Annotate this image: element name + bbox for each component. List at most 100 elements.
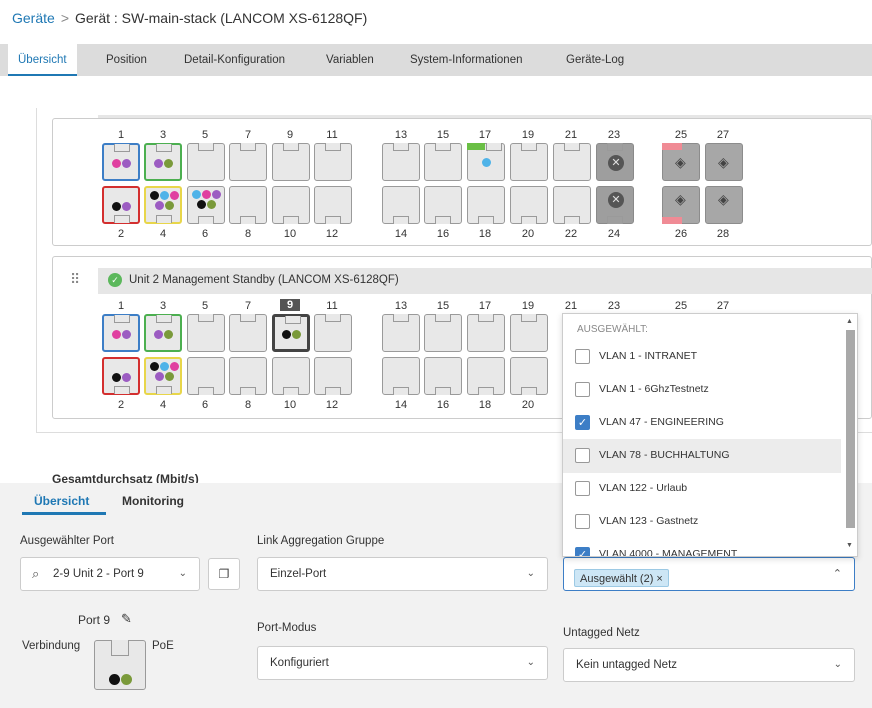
selected-port-select[interactable]: ⌕ 2-9 Unit 2 - Port 9 ⌄ [20,557,200,591]
port-mode-select[interactable]: Konfiguriert ⌄ [257,646,548,680]
tab-position[interactable]: Position [96,44,157,76]
port-2-1[interactable] [102,314,140,352]
checkbox[interactable] [575,349,590,364]
vlan-option[interactable]: VLAN 122 - Urlaub [563,472,841,506]
port-1-20[interactable] [510,186,548,224]
copy-button[interactable]: ❐ [208,558,240,590]
drag-handle-icon[interactable]: ⠿ [70,271,80,288]
scrollbar-thumb[interactable] [846,330,855,528]
chevron-down-icon: ⌄ [833,659,842,670]
port-number: 3 [159,300,167,312]
port-2-5[interactable] [187,314,225,352]
port-2-4[interactable] [144,357,182,395]
port-2-11[interactable] [314,314,352,352]
port-2-12[interactable] [314,357,352,395]
port-number: 5 [201,129,209,141]
port-number: 22 [564,228,578,240]
tab-detail-konfiguration[interactable]: Detail-Konfiguration [174,44,295,76]
port-2-2[interactable] [102,357,140,395]
port-1-8[interactable] [229,186,267,224]
port-1-18[interactable] [467,186,505,224]
port-1-14[interactable] [382,186,420,224]
port-2-16[interactable] [424,357,462,395]
port-number: 7 [244,300,252,312]
tab-port-monitoring[interactable]: Monitoring [122,494,184,508]
chevron-down-icon: ⌄ [526,657,535,668]
breadcrumb-root-link[interactable]: Geräte [12,10,55,26]
tab-system-informationen[interactable]: System-Informationen [400,44,533,76]
checkbox[interactable] [575,514,590,529]
port-1-15[interactable] [424,143,462,181]
port-1-21[interactable] [553,143,591,181]
copy-icon: ❐ [218,567,230,581]
port-1-25[interactable]: ◈ [662,143,700,181]
port-1-6[interactable] [187,186,225,224]
scrollbar[interactable]: ▲ ▼ [845,318,855,552]
port-1-12[interactable] [314,186,352,224]
scroll-up-icon[interactable]: ▲ [846,318,853,325]
port-1-10[interactable] [272,186,310,224]
port-1-1[interactable] [102,143,140,181]
port-1-16[interactable] [424,186,462,224]
port-2-8[interactable] [229,357,267,395]
port-number: 6 [201,228,209,240]
page-title: Gerät : SW-main-stack (LANCOM XS-6128QF) [75,10,368,26]
vlan-option[interactable]: VLAN 78 - BUCHHALTUNG [563,439,841,473]
edit-icon[interactable]: ✎ [121,611,132,627]
port-1-23-disabled[interactable]: ✕ [596,143,634,181]
checkbox[interactable] [575,448,590,463]
untagged-select[interactable]: Kein untagged Netz ⌄ [563,648,855,682]
chevron-up-icon: ⌃ [832,568,842,580]
port-mode-label: Port-Modus [257,622,317,634]
port-1-24-disabled[interactable]: ✕ [596,186,634,224]
port-1-11[interactable] [314,143,352,181]
tab-geraete-log[interactable]: Geräte-Log [556,44,634,76]
port-1-17[interactable] [467,143,505,181]
port-2-20[interactable] [510,357,548,395]
status-ok-icon: ✓ [108,273,122,287]
lag-select[interactable]: Einzel-Port ⌄ [257,557,548,591]
checkbox-checked[interactable]: ✓ [575,547,590,556]
port-1-26[interactable]: ◈ [662,186,700,224]
vlan-option[interactable]: VLAN 1 - INTRANET [563,340,841,374]
port-1-13[interactable] [382,143,420,181]
port-2-9-selected[interactable] [272,314,310,352]
port-1-28[interactable]: ◈ [705,186,743,224]
port-2-15[interactable] [424,314,462,352]
port-1-27[interactable]: ◈ [705,143,743,181]
checkbox[interactable] [575,382,590,397]
port-2-19[interactable] [510,314,548,352]
port-number: 9 [286,129,294,141]
tab-uebersicht[interactable]: Übersicht [8,44,77,76]
port-1-19[interactable] [510,143,548,181]
vlan-option[interactable]: VLAN 123 - Gastnetz [563,505,841,539]
port-2-14[interactable] [382,357,420,395]
port-2-13[interactable] [382,314,420,352]
port-2-3[interactable] [144,314,182,352]
checkbox-checked[interactable]: ✓ [575,415,590,430]
port-1-7[interactable] [229,143,267,181]
port-1-3[interactable] [144,143,182,181]
checkbox[interactable] [575,481,590,496]
vlan-option[interactable]: ✓ VLAN 4000 - MANAGEMENT [563,538,841,556]
port-2-7[interactable] [229,314,267,352]
port-number: 8 [244,228,252,240]
port-1-9[interactable] [272,143,310,181]
vlan-selected-tag[interactable]: Ausgewählt (2) × [574,569,669,587]
port-2-10[interactable] [272,357,310,395]
port-1-4[interactable] [144,186,182,224]
port-number: 19 [521,300,535,312]
port-1-22[interactable] [553,186,591,224]
port-number: 5 [201,300,209,312]
port-2-17[interactable] [467,314,505,352]
port-1-5[interactable] [187,143,225,181]
port-1-2[interactable] [102,186,140,224]
tab-variablen[interactable]: Variablen [316,44,384,76]
vlan-option[interactable]: VLAN 1 - 6GhzTestnetz [563,373,841,407]
port-2-6[interactable] [187,357,225,395]
vlan-option[interactable]: ✓ VLAN 47 - ENGINEERING [563,406,841,440]
port-2-18[interactable] [467,357,505,395]
scroll-down-icon[interactable]: ▼ [846,542,853,549]
tab-port-uebersicht[interactable]: Übersicht [34,494,89,508]
port-number: 16 [436,399,450,411]
